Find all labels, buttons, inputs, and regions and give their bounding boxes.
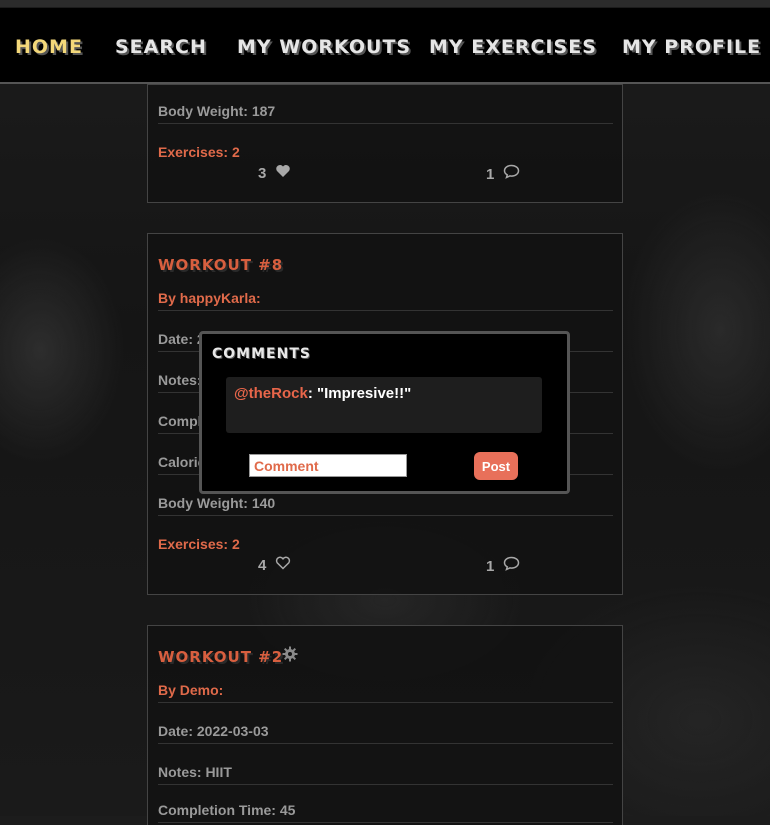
comment-count[interactable]: 1	[486, 556, 520, 575]
heart-filled-icon[interactable]	[275, 165, 291, 182]
workout-author[interactable]: By happyKarla:	[158, 290, 613, 311]
top-strip	[0, 0, 770, 7]
comment-count-number: 1	[486, 558, 495, 575]
comment-text: : "Impresive!!"	[307, 385, 412, 402]
heart-outline-icon[interactable]	[275, 556, 291, 574]
workout-notes: Notes: HIIT	[158, 764, 613, 785]
comment-input[interactable]	[249, 454, 407, 477]
modal-title: Comments	[212, 346, 311, 362]
like-count-number: 3	[258, 165, 267, 182]
comment-icon[interactable]	[503, 556, 520, 575]
like-count[interactable]: 4	[258, 556, 291, 574]
like-count-number: 4	[258, 557, 267, 574]
comment-count[interactable]: 1	[486, 164, 520, 183]
comment-author[interactable]: @theRock	[234, 385, 308, 402]
nav-my-profile[interactable]: My Profile	[622, 36, 761, 58]
body-weight: Body Weight: 140	[158, 495, 613, 516]
like-count[interactable]: 3	[258, 164, 291, 182]
nav-my-workouts[interactable]: My Workouts	[237, 36, 411, 58]
workout-completion: Completion Time: 45	[158, 802, 613, 823]
comment-line: @theRock: "Impresive!!"	[234, 385, 411, 402]
workout-card-top: Body Weight: 187 Exercises: 2 3 1	[147, 84, 623, 203]
workout-title[interactable]: Workout #8	[158, 256, 283, 274]
workout-title[interactable]: Workout #2	[158, 648, 283, 666]
nav-home[interactable]: Home	[15, 36, 83, 58]
workout-date: Date: 2022-03-03	[158, 723, 613, 744]
workout-card-2: Workout #2 By Demo: Date: 2022-03-03 Not…	[147, 625, 623, 825]
gear-icon[interactable]	[282, 646, 298, 666]
exercises-link[interactable]: Exercises: 2	[158, 144, 613, 164]
comments-modal: Comments @theRock: "Impresive!!" Post	[199, 331, 570, 494]
main-nav: Home Search My Workouts My Exercises My …	[0, 8, 770, 84]
nav-my-exercises[interactable]: My Exercises	[429, 36, 597, 58]
body-weight: Body Weight: 187	[158, 103, 613, 124]
nav-search[interactable]: Search	[115, 36, 207, 58]
post-button[interactable]: Post	[474, 452, 518, 480]
comment-item: @theRock: "Impresive!!"	[226, 377, 542, 433]
comment-count-number: 1	[486, 166, 495, 183]
comment-icon[interactable]	[503, 164, 520, 183]
workout-author[interactable]: By Demo:	[158, 682, 613, 703]
exercises-link[interactable]: Exercises: 2	[158, 536, 613, 556]
